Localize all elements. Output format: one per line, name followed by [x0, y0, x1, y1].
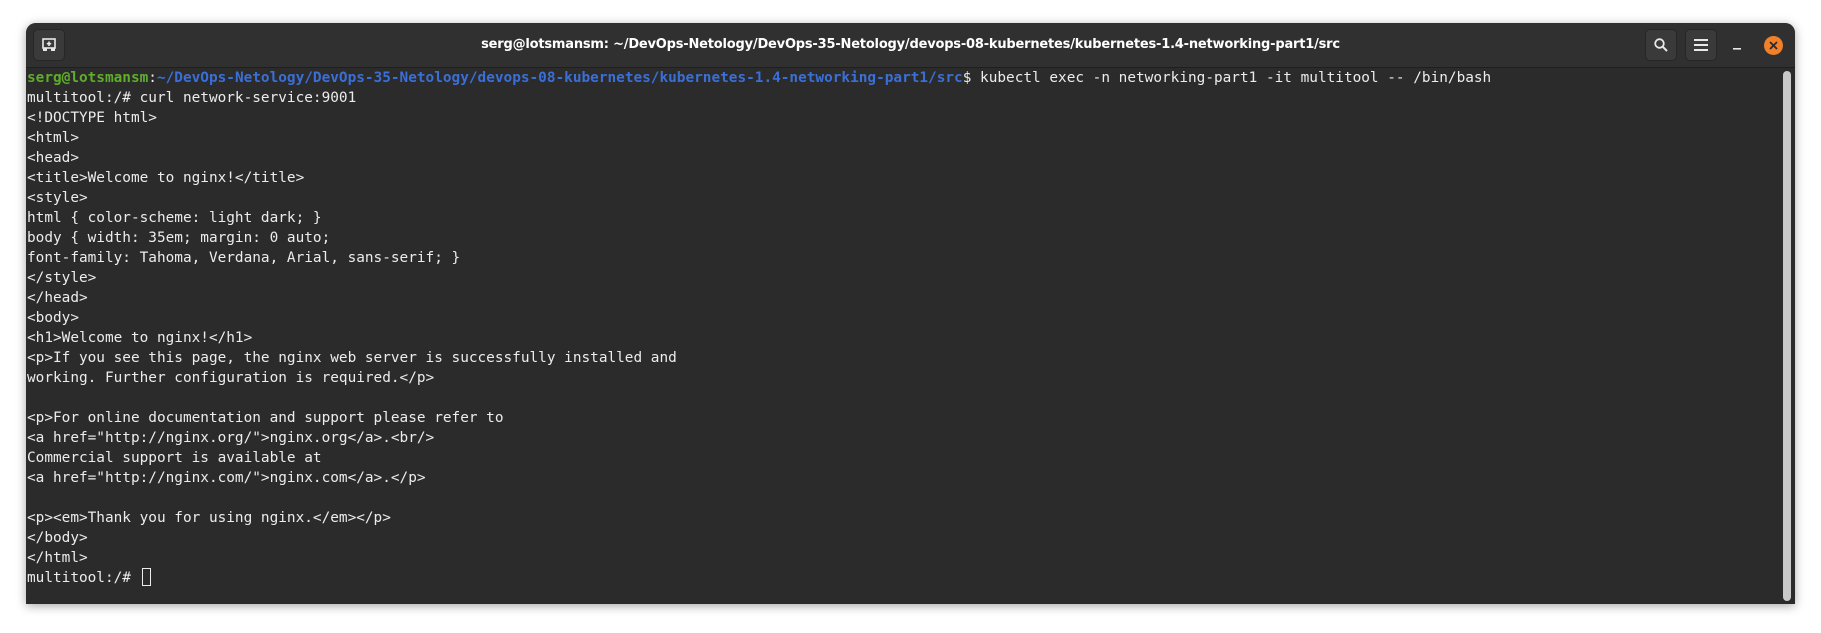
- output-line: multitool:/# curl network-service:9001: [27, 90, 357, 106]
- output-line: <a href="http://nginx.org/">nginx.org</a…: [27, 430, 435, 446]
- prompt-separator: :: [148, 70, 157, 86]
- output-line: </style>: [27, 270, 97, 286]
- output-line: <p><em>Thank you for using nginx.</em></…: [27, 510, 391, 526]
- output-line: Commercial support is available at: [27, 450, 322, 466]
- output-line: html { color-scheme: light dark; }: [27, 210, 322, 226]
- prompt-user-host: serg@lotsmansm: [27, 70, 149, 86]
- menu-button[interactable]: [1685, 29, 1717, 61]
- output-line: <a href="http://nginx.com/">nginx.com</a…: [27, 470, 426, 486]
- output-line: font-family: Tahoma, Verdana, Arial, san…: [27, 250, 461, 266]
- output-line: </html>: [27, 550, 88, 566]
- text-cursor: [141, 568, 151, 586]
- output-line: <h1>Welcome to nginx!</h1>: [27, 330, 253, 346]
- minimize-icon: [1733, 48, 1741, 50]
- output-line: </head>: [27, 290, 88, 306]
- prompt-path: ~/DevOps-Netology/DevOps-35-Netology/dev…: [156, 70, 963, 86]
- minimize-button[interactable]: [1727, 35, 1747, 55]
- output-line: <style>: [27, 190, 88, 206]
- output-line: <html>: [27, 130, 79, 146]
- output-line: <title>Welcome to nginx!</title>: [27, 170, 305, 186]
- output-line: <p>For online documentation and support …: [27, 410, 504, 426]
- output-line: <head>: [27, 150, 79, 166]
- output-line: <p>If you see this page, the nginx web s…: [27, 350, 677, 366]
- window-title: serg@lotsmansm: ~/DevOps-Netology/DevOps…: [481, 37, 1340, 52]
- output-line: working. Further configuration is requir…: [27, 370, 435, 386]
- output-line: <body>: [27, 310, 79, 326]
- close-button[interactable]: [1764, 36, 1783, 55]
- search-icon: [1654, 38, 1668, 52]
- title-bar[interactable]: serg@lotsmansm: ~/DevOps-Netology/DevOps…: [26, 23, 1795, 68]
- search-button[interactable]: [1645, 29, 1677, 61]
- terminal-window: serg@lotsmansm: ~/DevOps-Netology/DevOps…: [26, 23, 1795, 604]
- output-line: body { width: 35em; margin: 0 auto;: [27, 230, 331, 246]
- final-prompt: multitool:/#: [27, 570, 140, 586]
- prompt-command: kubectl exec -n networking-part1 -it mul…: [971, 70, 1492, 86]
- hamburger-menu-icon: [1694, 39, 1708, 51]
- terminal-output[interactable]: serg@lotsmansm:~/DevOps-Netology/DevOps-…: [26, 68, 1778, 604]
- output-line: <!DOCTYPE html>: [27, 110, 157, 126]
- prompt-line: serg@lotsmansm:~/DevOps-Netology/DevOps-…: [27, 68, 1491, 88]
- close-icon: [1769, 41, 1778, 50]
- final-prompt-line[interactable]: multitool:/#: [27, 568, 151, 588]
- output-line: </body>: [27, 530, 88, 546]
- scrollbar[interactable]: [1783, 71, 1791, 601]
